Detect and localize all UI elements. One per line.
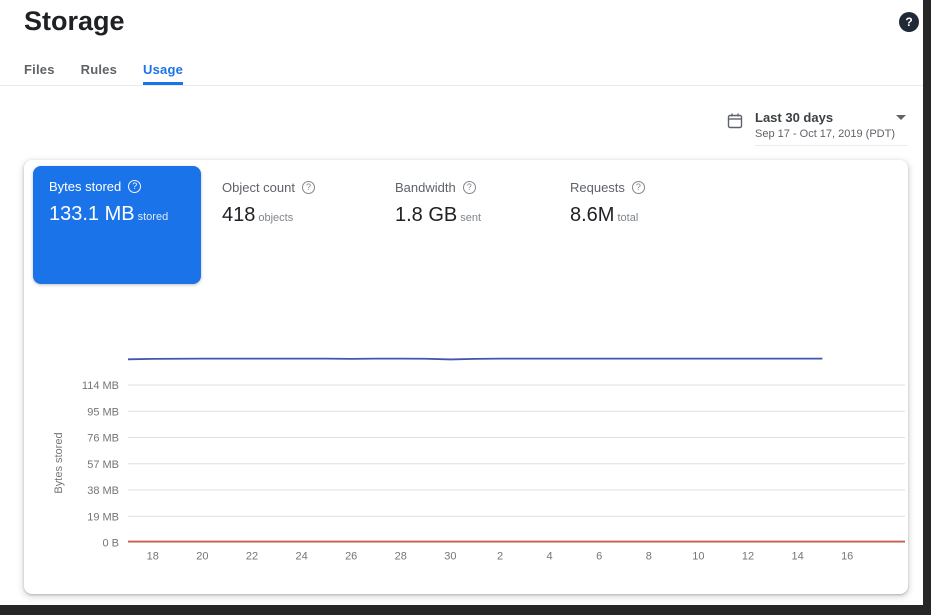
x-tick-label: 10: [692, 551, 704, 563]
y-tick-label: 0 B: [102, 538, 119, 550]
chevron-down-icon: [896, 115, 906, 120]
y-tick-label: 19 MB: [87, 511, 119, 523]
metric-value: 1.8 GB: [395, 204, 457, 226]
x-tick-label: 14: [791, 551, 803, 563]
x-tick-label: 22: [246, 551, 258, 563]
calendar-icon: [726, 112, 744, 130]
metric-unit: objects: [258, 212, 293, 224]
x-tick-label: 4: [547, 551, 553, 563]
date-range-selector[interactable]: Last 30 days Sep 17 - Oct 17, 2019 (PDT): [726, 110, 908, 146]
help-icon: ?: [905, 15, 912, 29]
help-circle-icon: ?: [128, 180, 141, 193]
metric-unit: total: [617, 212, 638, 224]
y-axis-title: Bytes stored: [53, 432, 65, 493]
metric-bandwidth[interactable]: Bandwidth ? 1.8 GBsent: [395, 180, 481, 227]
x-tick-label: 2: [497, 551, 503, 563]
tab-rules[interactable]: Rules: [81, 56, 117, 85]
metric-label: Object count: [222, 180, 295, 195]
metric-label: Requests: [570, 180, 625, 195]
tab-bar: Files Rules Usage: [0, 56, 923, 86]
x-tick-label: 28: [395, 551, 407, 563]
help-circle-icon: ?: [302, 181, 315, 194]
y-tick-label: 114 MB: [82, 380, 119, 392]
x-tick-label: 26: [345, 551, 357, 563]
storage-page: Storage ? Files Rules Usage Last 30 days…: [0, 0, 923, 605]
y-tick-label: 57 MB: [87, 459, 119, 471]
y-tick-label: 38 MB: [87, 485, 119, 497]
tab-usage[interactable]: Usage: [143, 56, 183, 85]
date-range-text: Last 30 days Sep 17 - Oct 17, 2019 (PDT): [755, 110, 908, 146]
x-tick-label: 6: [596, 551, 602, 563]
help-button[interactable]: ?: [899, 12, 919, 32]
y-tick-label: 95 MB: [87, 406, 119, 418]
metric-object-count[interactable]: Object count ? 418objects: [222, 180, 315, 227]
x-tick-label: 18: [147, 551, 159, 563]
date-range-label: Last 30 days: [755, 110, 833, 125]
metric-value: 133.1 MB: [49, 203, 135, 225]
x-tick-label: 20: [196, 551, 208, 563]
help-circle-icon: ?: [632, 181, 645, 194]
x-tick-label: 8: [646, 551, 652, 563]
metric-label: Bytes stored: [49, 179, 121, 194]
bytes-stored-line: [128, 359, 822, 360]
usage-card: Bytes stored ? 133.1 MBstored Object cou…: [24, 160, 908, 594]
usage-chart: 114 MB95 MB76 MB57 MB38 MB19 MB0 B182022…: [24, 315, 908, 575]
tab-files[interactable]: Files: [24, 56, 55, 85]
metric-bytes-stored[interactable]: Bytes stored ? 133.1 MBstored: [33, 166, 201, 284]
x-tick-label: 30: [444, 551, 456, 563]
date-range-detail: Sep 17 - Oct 17, 2019 (PDT): [755, 128, 908, 140]
metric-value: 418: [222, 204, 255, 226]
metric-requests[interactable]: Requests ? 8.6Mtotal: [570, 180, 645, 227]
help-circle-icon: ?: [463, 181, 476, 194]
x-tick-label: 16: [841, 551, 853, 563]
y-tick-label: 76 MB: [87, 433, 119, 445]
metric-unit: sent: [460, 212, 481, 224]
metric-label: Bandwidth: [395, 180, 456, 195]
x-tick-label: 12: [742, 551, 754, 563]
metric-unit: stored: [138, 211, 169, 223]
x-tick-label: 24: [295, 551, 307, 563]
page-title: Storage: [24, 6, 125, 37]
metric-value: 8.6M: [570, 204, 614, 226]
